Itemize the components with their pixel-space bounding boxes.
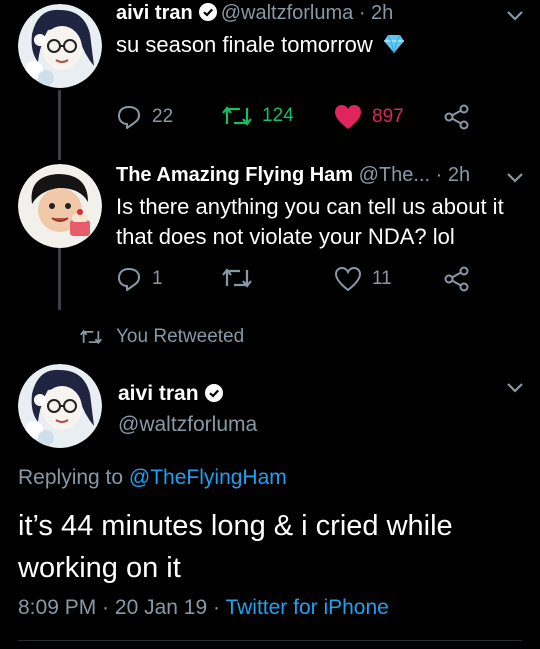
display-name[interactable]: aivi tran — [116, 2, 193, 24]
retweet-button[interactable] — [222, 266, 262, 290]
tweet-source-link[interactable]: Twitter for iPhone — [225, 596, 388, 619]
tweet-text: su season finale tomorrow — [116, 32, 373, 57]
heart-icon — [335, 105, 361, 129]
avatar[interactable] — [18, 4, 102, 88]
tweet-1-text: su season finale tomorrow — [116, 30, 405, 62]
like-button[interactable]: 897 — [334, 104, 404, 130]
like-button[interactable]: 11 — [334, 266, 392, 292]
share-button[interactable] — [444, 104, 480, 130]
timestamp: · 2h — [435, 164, 471, 186]
heart-outline-icon — [334, 266, 362, 292]
share-button[interactable] — [444, 266, 480, 292]
reply-button[interactable]: 22 — [116, 104, 173, 130]
retweeted-indicator: You Retweeted — [80, 326, 244, 348]
main-tweet-handle: @waltzforluma — [118, 413, 257, 437]
chevron-down-icon[interactable] — [506, 10, 524, 22]
retweet-icon — [80, 329, 102, 345]
avatar[interactable] — [18, 364, 102, 448]
share-icon — [444, 104, 469, 130]
reply-button[interactable]: 1 — [116, 266, 163, 292]
reply-count: 22 — [152, 106, 174, 127]
display-name[interactable]: aivi tran — [118, 382, 199, 405]
thread-line-2 — [58, 248, 61, 310]
retweet-icon — [222, 268, 252, 288]
chevron-down-icon[interactable] — [506, 172, 524, 184]
like-count: 897 — [372, 106, 404, 127]
replying-to-label: Replying to — [18, 466, 124, 489]
gem-icon — [383, 32, 405, 62]
replying-to-row: Replying to @TheFlyingHam — [18, 466, 287, 490]
main-tweet-text: it’s 44 minutes long & i cried while wor… — [18, 505, 528, 589]
tweet-meta: 8:09 PM · 20 Jan 19 · Twitter for iPhone — [18, 596, 389, 620]
separator: · — [96, 596, 115, 619]
tweet-2-header: The Amazing Flying Ham @The... · 2h — [116, 164, 470, 187]
separator: · — [207, 596, 226, 619]
tweet-date: 20 Jan 19 — [114, 596, 208, 619]
tweet-time: 8:09 PM — [18, 596, 97, 619]
tweet-text-line: working on it — [18, 552, 181, 584]
retweet-count: 124 — [262, 105, 294, 126]
tweet-text-line: that does not violate your NDA? lol — [116, 224, 455, 249]
thread-line-1 — [58, 90, 61, 160]
verified-badge-icon — [198, 3, 217, 21]
tweet-text-line: Is there anything you can tell us about … — [116, 194, 504, 219]
reply-count: 1 — [152, 268, 163, 289]
chevron-down-icon[interactable] — [506, 382, 524, 394]
verified-badge-icon — [204, 384, 223, 402]
retweet-button[interactable]: 124 — [222, 104, 294, 128]
reply-icon — [118, 268, 140, 291]
avatar[interactable] — [18, 164, 102, 248]
handle[interactable]: @waltzforluma — [221, 2, 354, 24]
divider — [18, 640, 522, 641]
retweeted-label: You Retweeted — [116, 326, 245, 347]
share-icon — [444, 266, 469, 292]
tweet-text-line: it’s 44 minutes long & i cried while — [18, 510, 453, 542]
timestamp: · 2h — [358, 2, 394, 24]
main-tweet-name: aivi tran — [118, 382, 227, 406]
handle[interactable]: @The... — [359, 164, 430, 186]
tweet-2-text: Is there anything you can tell us about … — [116, 192, 504, 252]
like-count: 11 — [372, 268, 392, 289]
replying-to-link[interactable]: @TheFlyingHam — [129, 466, 287, 489]
reply-icon — [118, 106, 140, 129]
display-name[interactable]: The Amazing Flying Ham — [116, 164, 353, 186]
retweet-icon — [222, 106, 252, 126]
handle[interactable]: @waltzforluma — [118, 413, 257, 436]
tweet-1-header: aivi tran @waltzforluma · 2h — [116, 2, 393, 25]
